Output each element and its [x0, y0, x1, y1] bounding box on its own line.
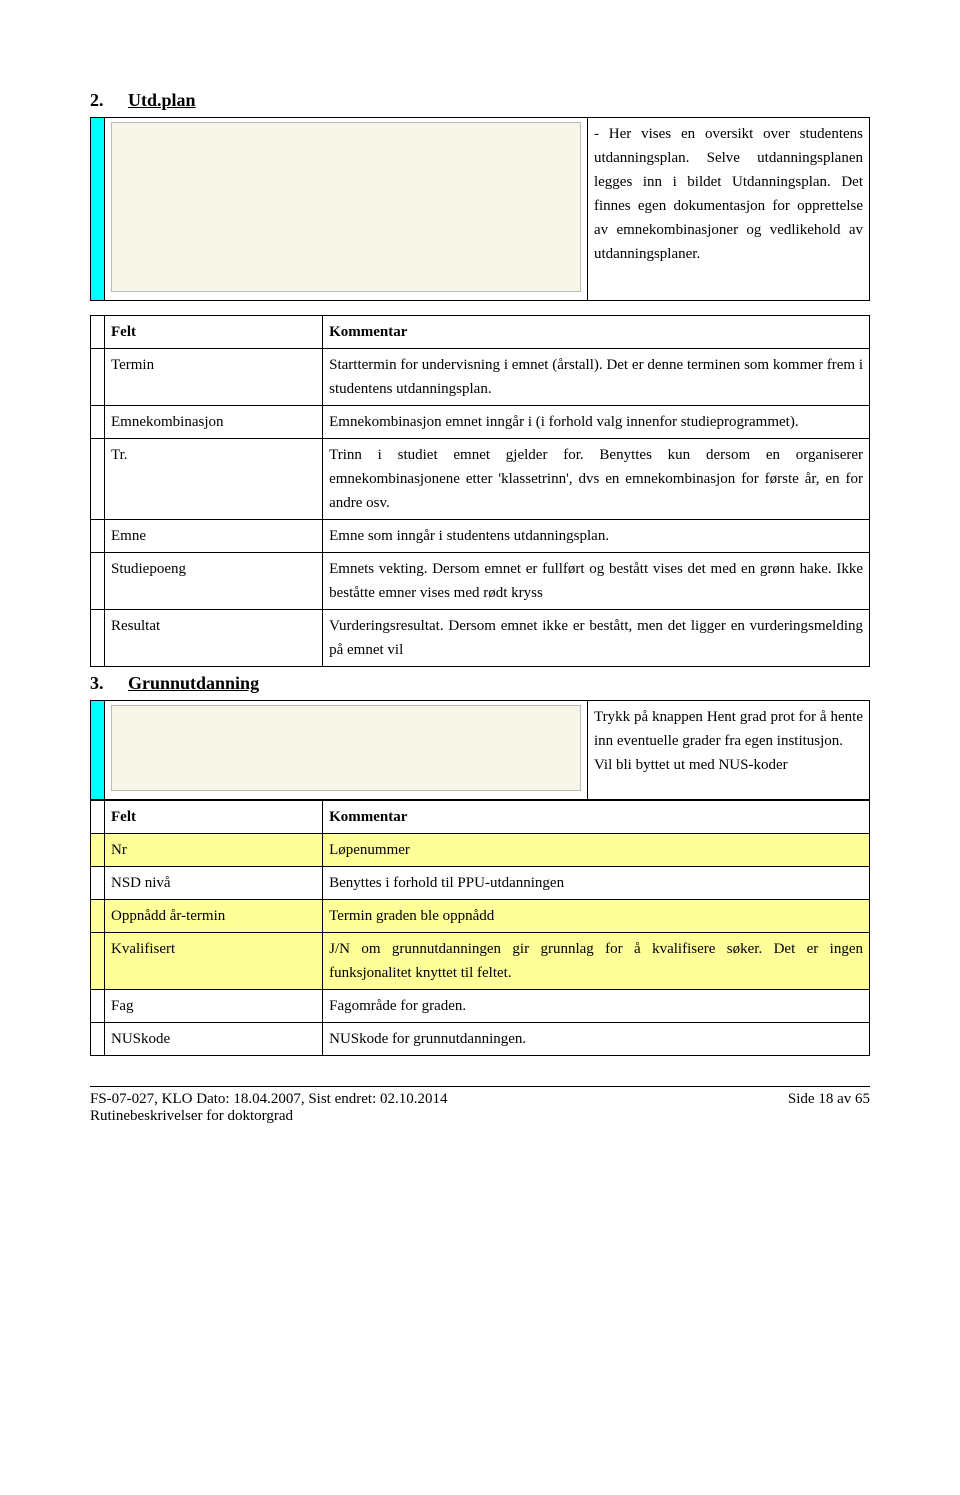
- section-3-fields-table: Felt Kommentar Nr Løpenummer NSD nivå Be…: [90, 800, 870, 1056]
- col-header-felt: Felt: [105, 801, 323, 834]
- field-desc: Trinn i studiet emnet gjelder for. Benyt…: [323, 439, 870, 520]
- row-color-bar: [91, 834, 105, 867]
- row-color-bar: [91, 406, 105, 439]
- row-color-bar: [91, 900, 105, 933]
- footer-right: Side 18 av 65: [788, 1091, 870, 1125]
- screenshot-placeholder: [111, 122, 581, 292]
- field-label: Fag: [105, 990, 323, 1023]
- col-header-kommentar: Kommentar: [323, 316, 870, 349]
- row-color-bar: [91, 118, 105, 301]
- field-desc: J/N om grunnutdanningen gir grunnlag for…: [323, 933, 870, 990]
- field-label: Termin: [105, 349, 323, 406]
- field-desc: Termin graden ble oppnådd: [323, 900, 870, 933]
- section-2-title: 2. Utd.plan: [90, 90, 870, 111]
- field-label: Tr.: [105, 439, 323, 520]
- field-label: NUSkode: [105, 1023, 323, 1056]
- row-color-bar: [91, 867, 105, 900]
- row-color-bar: [91, 553, 105, 610]
- section-3-title: 3. Grunnutdanning: [90, 673, 870, 694]
- field-label: Nr: [105, 834, 323, 867]
- section-3-number: 3.: [90, 673, 104, 693]
- section-3-text: Grunnutdanning: [128, 673, 259, 693]
- field-desc: NUSkode for grunnutdanningen.: [323, 1023, 870, 1056]
- spacer: [90, 301, 870, 315]
- section-2-number: 2.: [90, 90, 104, 110]
- field-desc: Emnekombinasjon emnet inngår i (i forhol…: [323, 406, 870, 439]
- screenshot-cell: [105, 118, 588, 301]
- section-3-intro-text: Trykk på knappen Hent grad prot for å he…: [587, 701, 869, 800]
- footer-line1: FS-07-027, KLO Dato: 18.04.2007, Sist en…: [90, 1091, 448, 1108]
- field-label: Oppnådd år-termin: [105, 900, 323, 933]
- row-color-bar: [91, 1023, 105, 1056]
- field-label: Emnekombinasjon: [105, 406, 323, 439]
- row-color-bar: [91, 520, 105, 553]
- section-2-intro-table: - Her vises en oversikt over studentens …: [90, 117, 870, 301]
- page-footer: FS-07-027, KLO Dato: 18.04.2007, Sist en…: [90, 1086, 870, 1125]
- row-color-bar: [91, 701, 105, 800]
- field-label: NSD nivå: [105, 867, 323, 900]
- row-color-bar: [91, 316, 105, 349]
- section-3-intro-table: Trykk på knappen Hent grad prot for å he…: [90, 700, 870, 800]
- screenshot-placeholder: [111, 705, 581, 791]
- field-desc: Emne som inngår i studentens utdanningsp…: [323, 520, 870, 553]
- row-color-bar: [91, 990, 105, 1023]
- col-header-felt: Felt: [105, 316, 323, 349]
- field-desc: Emnets vekting. Dersom emnet er fullført…: [323, 553, 870, 610]
- field-desc: Løpenummer: [323, 834, 870, 867]
- field-desc: Vurderingsresultat. Dersom emnet ikke er…: [323, 610, 870, 667]
- footer-line2: Rutinebeskrivelser for doktorgrad: [90, 1108, 448, 1125]
- field-label: Studiepoeng: [105, 553, 323, 610]
- row-color-bar: [91, 933, 105, 990]
- footer-left: FS-07-027, KLO Dato: 18.04.2007, Sist en…: [90, 1091, 448, 1125]
- section-2-text: Utd.plan: [128, 90, 196, 110]
- field-label: Resultat: [105, 610, 323, 667]
- field-desc: Benyttes i forhold til PPU-utdanningen: [323, 867, 870, 900]
- row-color-bar: [91, 439, 105, 520]
- field-label: Emne: [105, 520, 323, 553]
- section-2-fields-table: Felt Kommentar Termin Starttermin for un…: [90, 315, 870, 667]
- field-desc: Fagområde for graden.: [323, 990, 870, 1023]
- page: 2. Utd.plan - Her vises en oversikt over…: [0, 0, 960, 1165]
- field-label: Kvalifisert: [105, 933, 323, 990]
- row-color-bar: [91, 349, 105, 406]
- row-color-bar: [91, 801, 105, 834]
- field-desc: Starttermin for undervisning i emnet (år…: [323, 349, 870, 406]
- screenshot-cell: [105, 701, 588, 800]
- section-2-intro-text: - Her vises en oversikt over studentens …: [587, 118, 869, 301]
- row-color-bar: [91, 610, 105, 667]
- col-header-kommentar: Kommentar: [323, 801, 870, 834]
